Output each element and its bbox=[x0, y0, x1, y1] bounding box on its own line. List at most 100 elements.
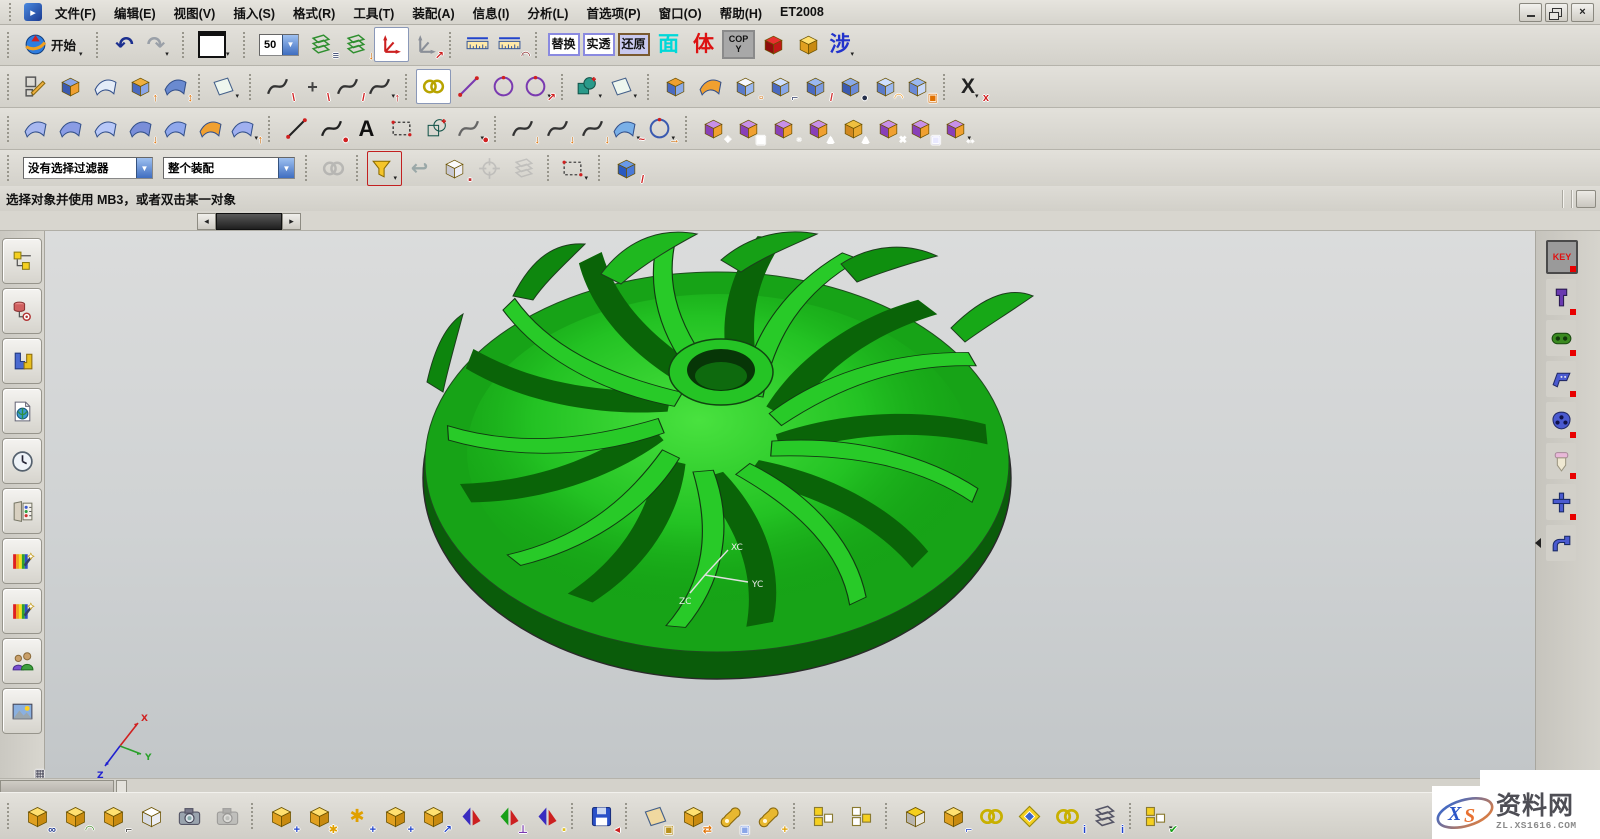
move-object-icon[interactable]: + bbox=[696, 111, 731, 146]
rectangle-icon[interactable] bbox=[384, 111, 419, 146]
menu-insert[interactable]: 插入(S) bbox=[224, 0, 284, 25]
profile-curve-icon[interactable] bbox=[419, 111, 454, 146]
measure-distance-icon[interactable] bbox=[460, 27, 495, 62]
system-palettes-icon[interactable] bbox=[2, 488, 42, 534]
mirror-body-icon[interactable] bbox=[53, 69, 88, 104]
section-surface-icon[interactable] bbox=[158, 111, 193, 146]
scene-editor-icon[interactable]: ▦ bbox=[2, 588, 42, 634]
palette-part-bracket[interactable] bbox=[1546, 361, 1576, 397]
interference-check-button[interactable]: 涉▾ bbox=[826, 27, 861, 62]
wireframe-component-icon[interactable] bbox=[132, 796, 170, 836]
through-curves-icon[interactable] bbox=[53, 111, 88, 146]
pattern-component-icon[interactable]: + bbox=[376, 796, 414, 836]
trim-curve-icon[interactable]: \ bbox=[260, 69, 295, 104]
web-browser-icon[interactable] bbox=[2, 388, 42, 434]
dropdown-arrow[interactable]: ▾ bbox=[394, 174, 401, 182]
constraint-types-icon[interactable]: ⊥ bbox=[490, 796, 528, 836]
project-curve-icon[interactable]: ↓ bbox=[505, 111, 540, 146]
wave-linker-icon[interactable] bbox=[1010, 796, 1048, 836]
eraser-icon[interactable]: ▪ bbox=[437, 151, 472, 186]
swept-icon[interactable] bbox=[693, 69, 728, 104]
fillet-surface-icon[interactable] bbox=[193, 111, 228, 146]
measure-angle-icon[interactable]: ◠▾ bbox=[495, 27, 530, 62]
scroll-thumb[interactable] bbox=[216, 213, 282, 230]
replace-component-icon[interactable]: ⇄ bbox=[674, 796, 712, 836]
move-component-icon[interactable]: ↗ bbox=[414, 796, 452, 836]
spline-points-icon[interactable]: ●▾ bbox=[454, 111, 489, 146]
snapshot-icon[interactable] bbox=[170, 796, 208, 836]
layer-visible-in-view-icon[interactable]: ↓ bbox=[339, 27, 374, 62]
menu-format[interactable]: 格式(R) bbox=[284, 0, 344, 25]
restore-button[interactable] bbox=[1545, 3, 1568, 22]
work-layer-spinner[interactable]: 50▼ bbox=[254, 27, 304, 62]
mirror-assembly-icon[interactable]: ▣ bbox=[636, 796, 674, 836]
find-component-icon[interactable]: ∞ bbox=[18, 796, 56, 836]
menu-edit[interactable]: 编辑(E) bbox=[105, 0, 165, 25]
circle-icon[interactable] bbox=[486, 69, 521, 104]
datum-plane-icon[interactable]: ▾ bbox=[209, 69, 244, 104]
replace-view-button[interactable]: 替换 bbox=[546, 27, 581, 62]
dropdown-arrow[interactable]: ▾ bbox=[585, 174, 592, 182]
copy-object-icon[interactable]: ▣ bbox=[731, 111, 766, 146]
menu-analysis[interactable]: 分析(L) bbox=[518, 0, 577, 25]
copy-display-button[interactable]: COPY bbox=[721, 27, 756, 62]
menu-assemblies[interactable]: 装配(A) bbox=[403, 0, 463, 25]
offset-sheet-icon[interactable]: ↕ bbox=[158, 69, 193, 104]
palette-part-key[interactable]: KEY bbox=[1546, 240, 1578, 274]
relations-browser-icon[interactable]: i bbox=[1086, 796, 1124, 836]
sequence-icon[interactable] bbox=[842, 796, 880, 836]
assembly-navigator-icon[interactable] bbox=[2, 238, 42, 284]
boolean-unite-icon[interactable]: ▾ bbox=[572, 69, 607, 104]
qkpick-tree-disabled-icon[interactable] bbox=[507, 151, 542, 186]
section-curve-icon[interactable]: ~▾ bbox=[610, 111, 645, 146]
assembly-arrangements-icon[interactable]: ✔▾ bbox=[1140, 796, 1178, 836]
interpart-rings-icon[interactable] bbox=[972, 796, 1010, 836]
graphics-viewport[interactable]: XC YC ZC X Y Z bbox=[45, 230, 1535, 779]
redo-icon[interactable]: ↷▾ bbox=[142, 27, 177, 62]
palette-part-plate[interactable] bbox=[1546, 402, 1576, 438]
extrude-sheet-icon[interactable]: ↑ bbox=[123, 69, 158, 104]
snapshot-disabled-icon[interactable] bbox=[208, 796, 246, 836]
body-display-button[interactable]: 体 bbox=[686, 27, 721, 62]
dropdown-arrow[interactable]: ▾ bbox=[79, 50, 86, 58]
constraint-navigator-icon[interactable] bbox=[2, 288, 42, 334]
palette-part-link[interactable] bbox=[1546, 320, 1576, 356]
snap-point-funnel-icon[interactable]: ▾ bbox=[367, 151, 402, 186]
pattern-face-icon[interactable]: ▲ bbox=[801, 111, 836, 146]
impeller-model[interactable]: XC YC ZC X Y Z bbox=[45, 230, 1535, 779]
isoparametric-curve-icon[interactable]: →▾ bbox=[645, 111, 680, 146]
link-info-icon[interactable]: i bbox=[1048, 796, 1086, 836]
trim-body-icon[interactable]: / bbox=[798, 69, 833, 104]
point-constructor-disabled-icon[interactable] bbox=[472, 151, 507, 186]
wcs-display-icon[interactable] bbox=[374, 27, 409, 62]
flange-surface-icon[interactable]: ↑▾ bbox=[228, 111, 263, 146]
menu-help[interactable]: 帮助(H) bbox=[711, 0, 771, 25]
display-color-swatch[interactable]: ▾ bbox=[193, 27, 238, 62]
menu-window[interactable]: 窗口(O) bbox=[650, 0, 711, 25]
explode-view-icon[interactable] bbox=[896, 796, 934, 836]
delete-object-icon[interactable]: × bbox=[871, 111, 906, 146]
dropdown-arrow[interactable]: ▾ bbox=[851, 50, 858, 58]
sketch-icon[interactable] bbox=[18, 69, 53, 104]
close-button[interactable]: × bbox=[1571, 3, 1594, 22]
minimize-button[interactable] bbox=[1519, 3, 1542, 22]
through-curve-mesh-icon[interactable] bbox=[88, 111, 123, 146]
dropdown-arrow[interactable]: ▾ bbox=[226, 50, 233, 58]
prompt-bar-button[interactable] bbox=[1576, 190, 1596, 208]
shaded-red-cube-icon[interactable] bbox=[756, 27, 791, 62]
shaded-yellow-cube-icon[interactable] bbox=[791, 27, 826, 62]
wave-parent-icon[interactable]: ✱+ bbox=[338, 796, 376, 836]
interpart-link-disabled-icon[interactable] bbox=[316, 151, 351, 186]
object-link-icon[interactable] bbox=[416, 69, 451, 104]
measure-object-icon[interactable]: ↔▾ bbox=[941, 111, 976, 146]
instance-feature-icon[interactable]: ▣▾ bbox=[903, 69, 938, 104]
menu-file[interactable]: 文件(F) bbox=[46, 0, 105, 25]
palette-part-elbow[interactable] bbox=[1546, 525, 1576, 561]
hole-icon[interactable]: ● bbox=[833, 69, 868, 104]
curve-line-icon[interactable] bbox=[279, 111, 314, 146]
dropdown-arrow[interactable]: ▾ bbox=[165, 50, 172, 58]
layer-settings-icon[interactable]: ≡ bbox=[304, 27, 339, 62]
palette-part-shaft[interactable] bbox=[1546, 484, 1576, 520]
rectangle-select-icon[interactable]: ▾ bbox=[558, 151, 593, 186]
extrude-icon[interactable] bbox=[658, 69, 693, 104]
